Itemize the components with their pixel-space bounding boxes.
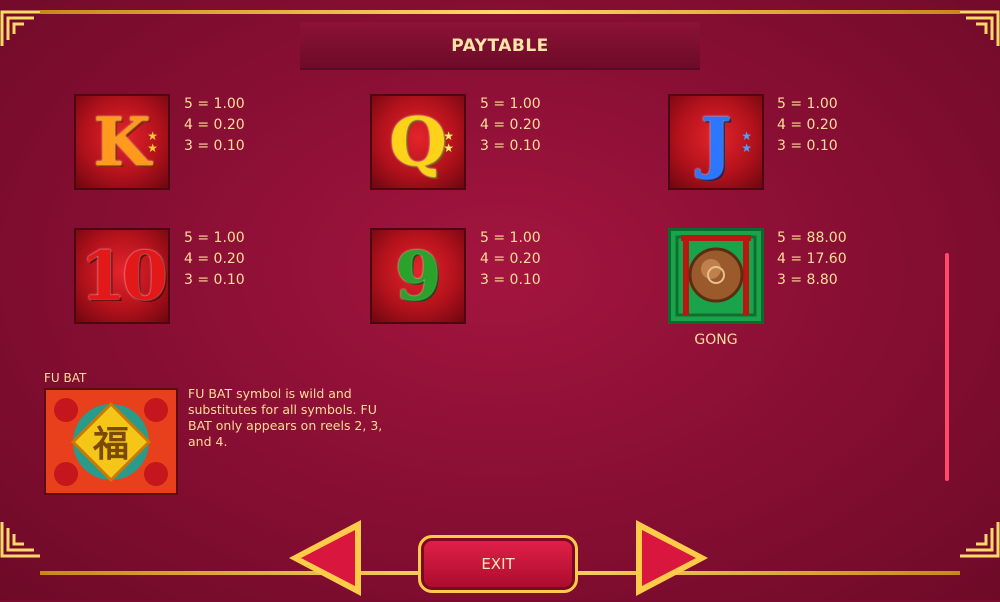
symbol-10-glyph: 10	[80, 237, 168, 315]
fubat-icon: 福	[46, 390, 176, 493]
pay-5: 5 = 1.00	[777, 96, 838, 112]
symbol-j-tile: J ★ ★	[668, 94, 764, 190]
fubat-description: FU BAT symbol is wild and substitutes fo…	[188, 386, 383, 449]
corner-ornament-icon	[0, 518, 44, 562]
symbol-k-pays: 5 = 1.00 4 = 0.20 3 = 0.10	[184, 94, 245, 157]
pay-4: 4 = 0.20	[480, 117, 541, 133]
gong-label: GONG	[694, 332, 738, 348]
pay-3: 3 = 0.10	[184, 138, 245, 154]
corner-ornament-icon	[956, 518, 1000, 562]
pay-5: 5 = 88.00	[777, 230, 847, 246]
pay-3: 3 = 0.10	[480, 272, 541, 288]
pay-5: 5 = 1.00	[184, 230, 245, 246]
fubat-title: FU BAT	[44, 371, 87, 385]
symbol-9-pays: 5 = 1.00 4 = 0.20 3 = 0.10	[480, 228, 541, 291]
symbol-q-glyph: Q	[389, 103, 447, 181]
symbol-gong-tile	[668, 228, 764, 324]
pay-5: 5 = 1.00	[184, 96, 245, 112]
symbol-q-tile: Q ★ ★	[370, 94, 466, 190]
star-icon: ★ ★	[443, 129, 454, 155]
pay-3: 3 = 0.10	[184, 272, 245, 288]
pay-3: 3 = 0.10	[480, 138, 541, 154]
exit-button[interactable]: EXIT	[418, 535, 578, 593]
pay-3: 3 = 0.10	[777, 138, 838, 154]
symbol-k-tile: K ★ ★	[74, 94, 170, 190]
left-arrow-icon	[289, 520, 361, 596]
symbol-10-tile: 10	[74, 228, 170, 324]
pay-5: 5 = 1.00	[480, 96, 541, 112]
scrollbar[interactable]	[945, 253, 949, 481]
pay-4: 4 = 0.20	[184, 251, 245, 267]
next-page-button[interactable]	[632, 518, 712, 598]
pay-4: 4 = 0.20	[184, 117, 245, 133]
symbol-10-pays: 5 = 1.00 4 = 0.20 3 = 0.10	[184, 228, 245, 291]
symbol-gong-pays: 5 = 88.00 4 = 17.60 3 = 8.80	[777, 228, 847, 291]
symbol-j-glyph: J	[700, 103, 732, 181]
right-arrow-icon	[636, 520, 708, 596]
pay-4: 4 = 0.20	[480, 251, 541, 267]
star-icon: ★ ★	[741, 129, 752, 155]
symbol-9-tile: 9	[370, 228, 466, 324]
pay-3: 3 = 8.80	[777, 272, 838, 288]
page-title: PAYTABLE	[451, 36, 549, 56]
previous-page-button[interactable]	[285, 518, 365, 598]
top-border	[40, 10, 960, 14]
pay-4: 4 = 0.20	[777, 117, 838, 133]
symbol-j-pays: 5 = 1.00 4 = 0.20 3 = 0.10	[777, 94, 838, 157]
star-icon: ★ ★	[147, 129, 158, 155]
pay-5: 5 = 1.00	[480, 230, 541, 246]
gong-icon	[675, 235, 757, 317]
fubat-glyph: 福	[92, 424, 129, 465]
symbol-9-glyph: 9	[395, 237, 441, 315]
fubat-symbol-tile: 福	[44, 388, 178, 495]
symbol-k-glyph: K	[93, 103, 151, 181]
pay-4: 4 = 17.60	[777, 251, 847, 267]
symbol-q-pays: 5 = 1.00 4 = 0.20 3 = 0.10	[480, 94, 541, 157]
